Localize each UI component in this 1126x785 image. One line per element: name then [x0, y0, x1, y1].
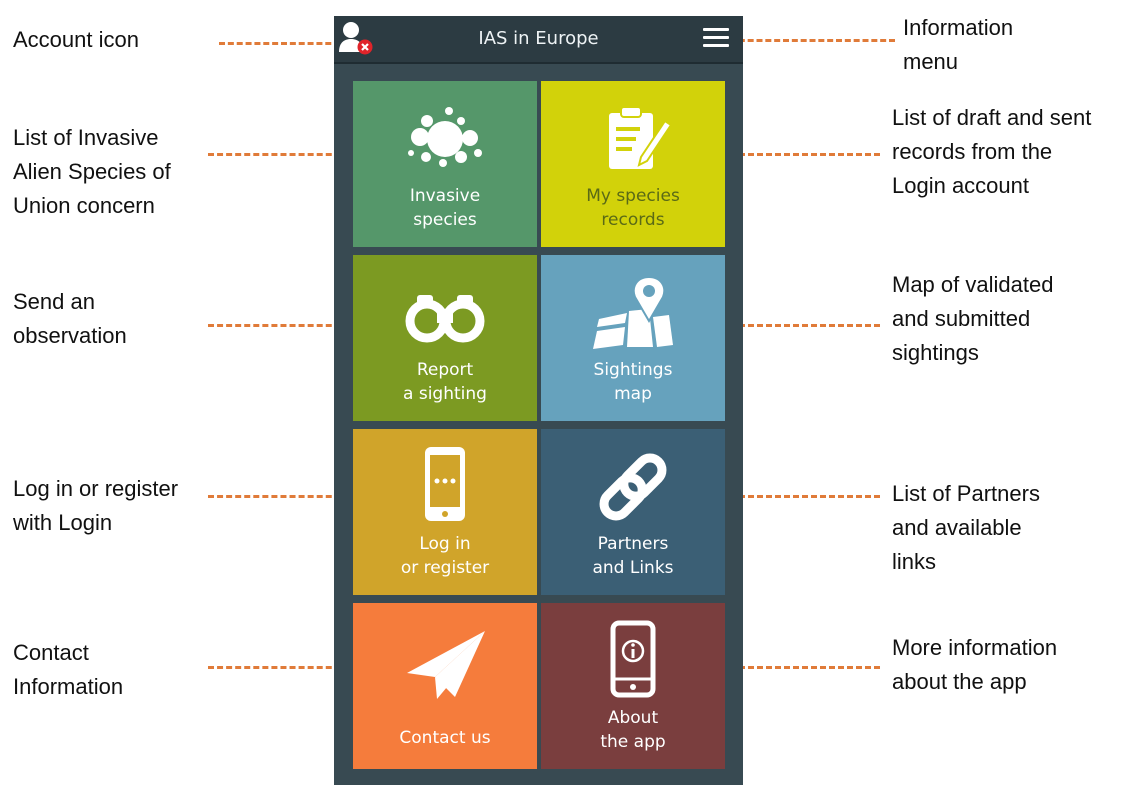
clipboard-icon — [541, 91, 725, 186]
annotation-line: Contact — [13, 640, 89, 665]
annotation-line: sightings — [892, 340, 979, 365]
annotation-line: Send an — [13, 289, 95, 314]
tile-label: Contact us — [399, 728, 491, 748]
tile-report-sighting[interactable]: Report a sighting — [353, 255, 537, 421]
annotation-menu: Information menu — [903, 11, 1013, 79]
annotation-line: Map of validated — [892, 272, 1054, 297]
tile-label: Report a sighting — [403, 360, 487, 404]
tile-label: Log in or register — [400, 534, 490, 578]
annotation-line: Alien Species of — [13, 159, 171, 184]
annotation-line: links — [892, 549, 937, 574]
annotation-line: and available — [892, 515, 1022, 540]
annotation-login: Log in or register with Login — [13, 472, 178, 540]
annotation-line: List of Invasive — [13, 125, 159, 150]
annotation-line: about the app — [892, 669, 1027, 694]
tile-label: About the app — [600, 708, 666, 752]
phone-info-icon — [541, 613, 725, 708]
annotation-line: Log in or register — [13, 476, 179, 501]
tile-contact-us[interactable]: Contact us — [353, 603, 537, 769]
annotation-line: Information — [903, 15, 1014, 40]
tile-label: Partners and Links — [592, 534, 674, 578]
smartphone-icon — [353, 439, 537, 534]
app-screen: IAS in Europe Invasive species My specie… — [334, 16, 743, 785]
hamburger-menu-icon[interactable] — [703, 28, 729, 50]
tile-label: Sightings map — [593, 360, 673, 404]
annotation-line: Union concern — [13, 193, 155, 218]
top-bar: IAS in Europe — [334, 16, 743, 64]
leader-account — [219, 42, 349, 45]
annotation-contact: Contact Information — [13, 636, 123, 704]
tile-label: My species records — [586, 186, 680, 230]
annotation-line: observation — [13, 323, 127, 348]
tile-invasive-species[interactable]: Invasive species — [353, 81, 537, 247]
annotation-line: Account icon — [13, 27, 139, 52]
tile-partners-links[interactable]: Partners and Links — [541, 429, 725, 595]
annotation-about: More information about the app — [892, 631, 1057, 699]
tile-sightings-map[interactable]: Sightings map — [541, 255, 725, 421]
tile-my-species-records[interactable]: My species records — [541, 81, 725, 247]
annotation-partners: List of Partners and available links — [892, 477, 1040, 579]
tile-about-app[interactable]: About the app — [541, 603, 725, 769]
tile-label: Invasive species — [409, 186, 481, 230]
paper-plane-icon — [353, 613, 537, 708]
annotation-line: menu — [903, 49, 959, 74]
annotation-records: List of draft and sent records from the … — [892, 101, 1091, 203]
annotation-line: Login account — [892, 173, 1029, 198]
annotation-map: Map of validated and submitted sightings — [892, 268, 1053, 370]
annotation-line: and submitted — [892, 306, 1031, 331]
annotation-line: records from the — [892, 139, 1053, 164]
annotation-line: More information — [892, 635, 1058, 660]
map-pin-icon — [541, 265, 725, 360]
annotation-report: Send an observation — [13, 285, 127, 353]
binoculars-icon — [353, 265, 537, 360]
bubbles-icon — [353, 91, 537, 186]
chain-link-icon — [541, 439, 725, 534]
annotation-line: List of draft and sent — [892, 105, 1092, 130]
annotation-invasive: List of Invasive Alien Species of Union … — [13, 121, 171, 223]
annotation-line: with Login — [13, 510, 113, 535]
tile-login-register[interactable]: Log in or register — [353, 429, 537, 595]
app-title: IAS in Europe — [478, 28, 599, 49]
annotation-account: Account icon — [13, 23, 139, 57]
annotation-line: Information — [13, 674, 124, 699]
annotation-line: List of Partners — [892, 481, 1040, 506]
leader-menu — [730, 39, 895, 42]
